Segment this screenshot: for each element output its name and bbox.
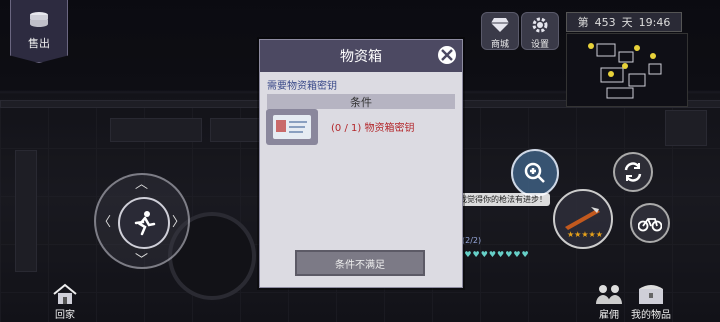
npc-speech-bubble: 我觉得你的枪法有进步！ [456, 193, 550, 206]
home-label: 回家 [55, 310, 75, 321]
day-number: 453 [594, 15, 616, 29]
minimap-graphic [588, 43, 662, 99]
sell-button[interactable]: 售出 [10, 0, 68, 63]
condition-progress: (0 / 1) [331, 123, 362, 134]
my-items-button[interactable]: 我的物品 [631, 283, 671, 321]
arrow-up-icon: ︿ [135, 177, 149, 192]
arrow-left-icon: 〈 [98, 215, 112, 230]
dialog-header: 物资箱 [260, 40, 462, 72]
people-icon [596, 285, 622, 304]
clock-time: 19:46 [638, 15, 671, 29]
bicycle-icon [638, 218, 662, 232]
my-items-label: 我的物品 [631, 310, 671, 321]
settings-label: 设置 [530, 40, 549, 50]
condition-status: (0 / 1) 物资箱密钥 [331, 119, 414, 134]
dialog-title: 物资箱 [340, 49, 382, 65]
minimap[interactable] [566, 33, 688, 107]
npc-level-tag: (2/2) [462, 236, 482, 245]
close-button[interactable] [436, 44, 458, 66]
condition-item-name: 物资箱密钥 [364, 123, 415, 134]
supply-box-dialog: 物资箱 需要物资箱密钥 条件 (0 / 1) 物资箱密钥 条件不满足 [259, 39, 463, 288]
inspect-button[interactable] [511, 149, 559, 197]
conditions-not-met-button[interactable]: 条件不满足 [295, 250, 425, 276]
arrow-down-icon: ﹀ [135, 253, 149, 268]
settings-button[interactable]: 设置 [521, 12, 559, 50]
go-home-button[interactable]: 回家 [52, 283, 78, 321]
svg-text:★★★★★: ★★★★★ [567, 230, 603, 239]
sprint-knob[interactable] [118, 197, 170, 249]
running-man-icon [134, 211, 156, 236]
hire-label: 雇佣 [599, 310, 619, 321]
keycard-icon [273, 115, 311, 139]
weapon-icon: ★★★★★ [565, 207, 603, 239]
movement-joystick[interactable]: ︿ ﹀ 〈 〉 [94, 173, 190, 269]
shop-button[interactable]: 商城 [481, 12, 519, 50]
magnifier-plus-icon [524, 162, 545, 183]
close-icon [441, 49, 453, 61]
day-time-display: 第 453 天 19:46 [566, 12, 682, 32]
coins-icon [30, 12, 48, 27]
day-prefix: 第 [577, 16, 589, 29]
hire-button[interactable]: 雇佣 [594, 283, 624, 321]
conditions-header: 条件 [267, 94, 455, 109]
weapon-slot[interactable]: ★★★★★ [553, 189, 613, 249]
shop-label: 商城 [490, 40, 509, 50]
house-icon [53, 283, 77, 304]
requirement-text: 需要物资箱密钥 [267, 81, 337, 92]
sell-label: 售出 [28, 37, 50, 50]
key-item-slot[interactable] [266, 109, 318, 145]
day-suffix: 天 [621, 16, 633, 29]
gear-icon [532, 17, 548, 33]
chest-icon [639, 285, 663, 304]
swap-weapon-button[interactable] [613, 152, 653, 192]
refresh-icon [624, 162, 642, 182]
diamond-icon [491, 18, 509, 32]
arrow-right-icon: 〉 [172, 215, 186, 230]
vehicle-button[interactable] [630, 203, 670, 243]
